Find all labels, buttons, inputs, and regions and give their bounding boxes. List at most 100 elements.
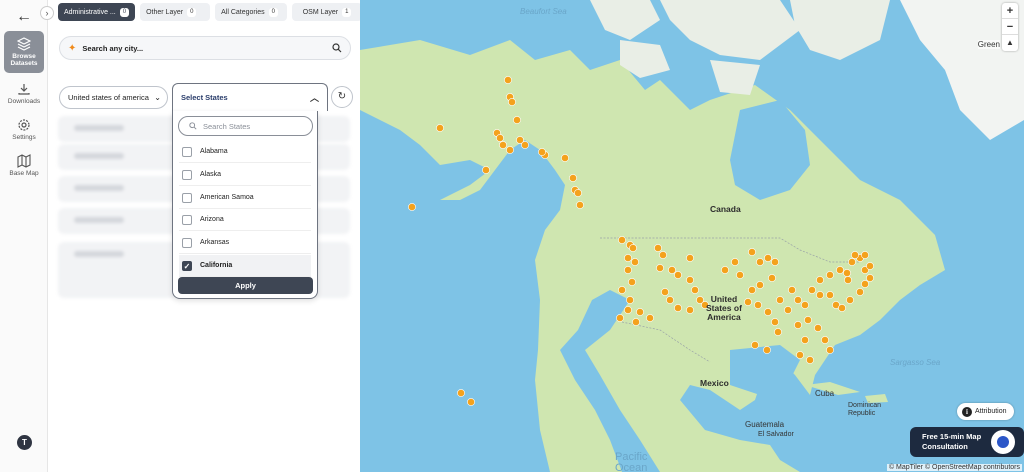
- map-marker[interactable]: [721, 266, 729, 274]
- map-marker[interactable]: [561, 154, 569, 162]
- map-marker[interactable]: [826, 271, 834, 279]
- map-marker[interactable]: [631, 258, 639, 266]
- rail-browse-datasets[interactable]: Browse Datasets: [4, 31, 44, 73]
- map-marker[interactable]: [808, 286, 816, 294]
- map-marker[interactable]: [508, 98, 516, 106]
- map-marker[interactable]: [629, 244, 637, 252]
- search-input[interactable]: Search any city...: [82, 44, 332, 53]
- map-marker[interactable]: [691, 286, 699, 294]
- map-marker[interactable]: [774, 328, 782, 336]
- map-marker[interactable]: [851, 251, 859, 259]
- map-marker[interactable]: [751, 341, 759, 349]
- map-marker[interactable]: [768, 274, 776, 282]
- map-marker[interactable]: [866, 262, 874, 270]
- map-marker[interactable]: [457, 389, 465, 397]
- map-marker[interactable]: [624, 306, 632, 314]
- map-marker[interactable]: [784, 306, 792, 314]
- map-marker[interactable]: [801, 301, 809, 309]
- map-marker[interactable]: [626, 296, 634, 304]
- tab-osm-layer[interactable]: OSM Layer 1: [292, 3, 363, 21]
- map-marker[interactable]: [686, 276, 694, 284]
- compass-icon[interactable]: ▲: [1002, 35, 1018, 51]
- map-marker[interactable]: [482, 166, 490, 174]
- map-marker[interactable]: [856, 288, 864, 296]
- map-marker[interactable]: [666, 296, 674, 304]
- map-marker[interactable]: [794, 296, 802, 304]
- tab-all-categories[interactable]: All Categories 0: [215, 3, 288, 21]
- state-option[interactable]: Arkansas: [179, 232, 311, 254]
- map-marker[interactable]: [801, 336, 809, 344]
- map-marker[interactable]: [654, 244, 662, 252]
- state-option[interactable]: Arizona: [179, 209, 311, 231]
- zoom-in-button[interactable]: +: [1002, 3, 1018, 19]
- map-marker[interactable]: [844, 276, 852, 284]
- map-marker[interactable]: [826, 291, 834, 299]
- map-marker[interactable]: [624, 266, 632, 274]
- map-marker[interactable]: [499, 141, 507, 149]
- map-marker[interactable]: [686, 306, 694, 314]
- map-marker[interactable]: [794, 321, 802, 329]
- map-marker[interactable]: [618, 286, 626, 294]
- city-search[interactable]: ✦ Search any city...: [59, 36, 351, 60]
- map-marker[interactable]: [513, 116, 521, 124]
- refresh-icon[interactable]: ↻: [331, 86, 353, 108]
- map-marker[interactable]: [816, 291, 824, 299]
- map-marker[interactable]: [861, 280, 869, 288]
- map-marker[interactable]: [748, 248, 756, 256]
- map-marker[interactable]: [848, 258, 856, 266]
- map-marker[interactable]: [659, 251, 667, 259]
- map-marker[interactable]: [836, 266, 844, 274]
- map-marker[interactable]: [731, 258, 739, 266]
- zoom-out-button[interactable]: −: [1002, 19, 1018, 35]
- map-marker[interactable]: [686, 254, 694, 262]
- map-marker[interactable]: [496, 134, 504, 142]
- checkmark-icon[interactable]: ✓: [182, 260, 192, 271]
- map-marker[interactable]: [506, 146, 514, 154]
- map-marker[interactable]: [754, 301, 762, 309]
- state-option[interactable]: American Samoa: [179, 187, 311, 209]
- map-marker[interactable]: [521, 141, 529, 149]
- map-marker[interactable]: [866, 274, 874, 282]
- map-marker[interactable]: [764, 254, 772, 262]
- map-marker[interactable]: [816, 276, 824, 284]
- attribution-button[interactable]: i Attribution: [957, 403, 1014, 420]
- map-marker[interactable]: [632, 318, 640, 326]
- map-marker[interactable]: [763, 346, 771, 354]
- map-marker[interactable]: [756, 258, 764, 266]
- checkbox[interactable]: [182, 146, 192, 157]
- checkbox[interactable]: [182, 192, 192, 203]
- map-marker[interactable]: [821, 336, 829, 344]
- state-option[interactable]: Alaska: [179, 164, 311, 186]
- arrow-left-icon[interactable]: ←: [14, 8, 34, 26]
- map-marker[interactable]: [624, 254, 632, 262]
- map-marker[interactable]: [408, 203, 416, 211]
- map-marker[interactable]: [736, 271, 744, 279]
- map-marker[interactable]: [576, 201, 584, 209]
- map-marker[interactable]: [843, 269, 851, 277]
- states-search-input[interactable]: Search States: [178, 116, 313, 136]
- map-marker[interactable]: [569, 174, 577, 182]
- map-marker[interactable]: [646, 314, 654, 322]
- avatar[interactable]: T: [17, 435, 32, 450]
- map-marker[interactable]: [826, 346, 834, 354]
- map-marker[interactable]: [504, 76, 512, 84]
- map-marker[interactable]: [661, 288, 669, 296]
- search-icon[interactable]: [332, 43, 342, 53]
- states-select[interactable]: Select States ︿: [172, 83, 328, 111]
- map-marker[interactable]: [616, 314, 624, 322]
- map-marker[interactable]: [756, 281, 764, 289]
- map-marker[interactable]: [764, 308, 772, 316]
- rail-downloads[interactable]: Downloads: [4, 82, 44, 105]
- map-marker[interactable]: [771, 258, 779, 266]
- map-marker[interactable]: [806, 356, 814, 364]
- map-marker[interactable]: [668, 266, 676, 274]
- checkbox[interactable]: [182, 169, 192, 180]
- map-marker[interactable]: [538, 148, 546, 156]
- map-marker[interactable]: [771, 318, 779, 326]
- map-marker[interactable]: [748, 286, 756, 294]
- state-option[interactable]: Alabama: [179, 141, 311, 163]
- map-marker[interactable]: [846, 296, 854, 304]
- chevron-right-icon[interactable]: ›: [40, 6, 54, 20]
- map-marker[interactable]: [674, 271, 682, 279]
- map-marker[interactable]: [814, 324, 822, 332]
